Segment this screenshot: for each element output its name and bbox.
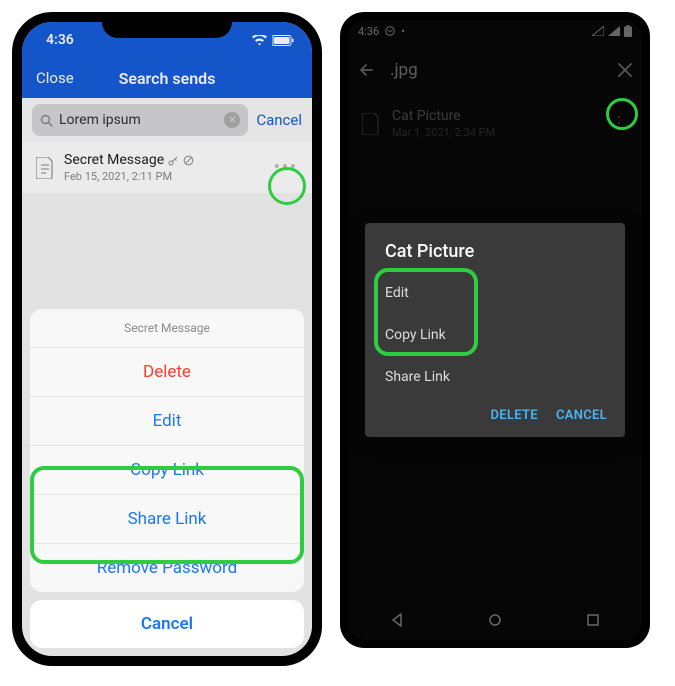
ios-phone-frame: 4:36 Close Search sends Lorem ipsum ✕ Ca… — [12, 12, 322, 666]
ios-notch — [102, 12, 232, 38]
delete-button[interactable]: DELETE — [491, 408, 538, 423]
copy-link-button[interactable]: Copy Link — [30, 446, 304, 495]
dialog-actions: DELETE CANCEL — [365, 398, 625, 429]
share-link-button[interactable]: Share Link — [30, 495, 304, 544]
edit-button[interactable]: Edit — [365, 272, 625, 314]
copy-link-button[interactable]: Copy Link — [365, 314, 625, 356]
dialog-backdrop[interactable]: Cat Picture Edit Copy Link Share Link DE… — [348, 20, 642, 640]
share-link-button[interactable]: Share Link — [365, 356, 625, 398]
edit-button[interactable]: Edit — [30, 397, 304, 446]
remove-password-button[interactable]: Remove Password — [30, 544, 304, 592]
delete-button[interactable]: Delete — [30, 348, 304, 397]
sheet-title: Secret Message — [30, 309, 304, 348]
action-sheet: Secret Message Delete Edit Copy Link Sha… — [30, 309, 304, 592]
cancel-button[interactable]: Cancel — [30, 600, 304, 648]
android-phone-frame: 4:36 • .jpg Cat Picture — [340, 12, 650, 648]
dialog: Cat Picture Edit Copy Link Share Link DE… — [365, 223, 625, 437]
android-screen: 4:36 • .jpg Cat Picture — [348, 20, 642, 640]
cancel-button[interactable]: CANCEL — [556, 408, 607, 423]
ios-screen: 4:36 Close Search sends Lorem ipsum ✕ Ca… — [22, 22, 312, 656]
action-sheet-backdrop[interactable]: Secret Message Delete Edit Copy Link Sha… — [22, 22, 312, 656]
dialog-title: Cat Picture — [365, 241, 625, 272]
